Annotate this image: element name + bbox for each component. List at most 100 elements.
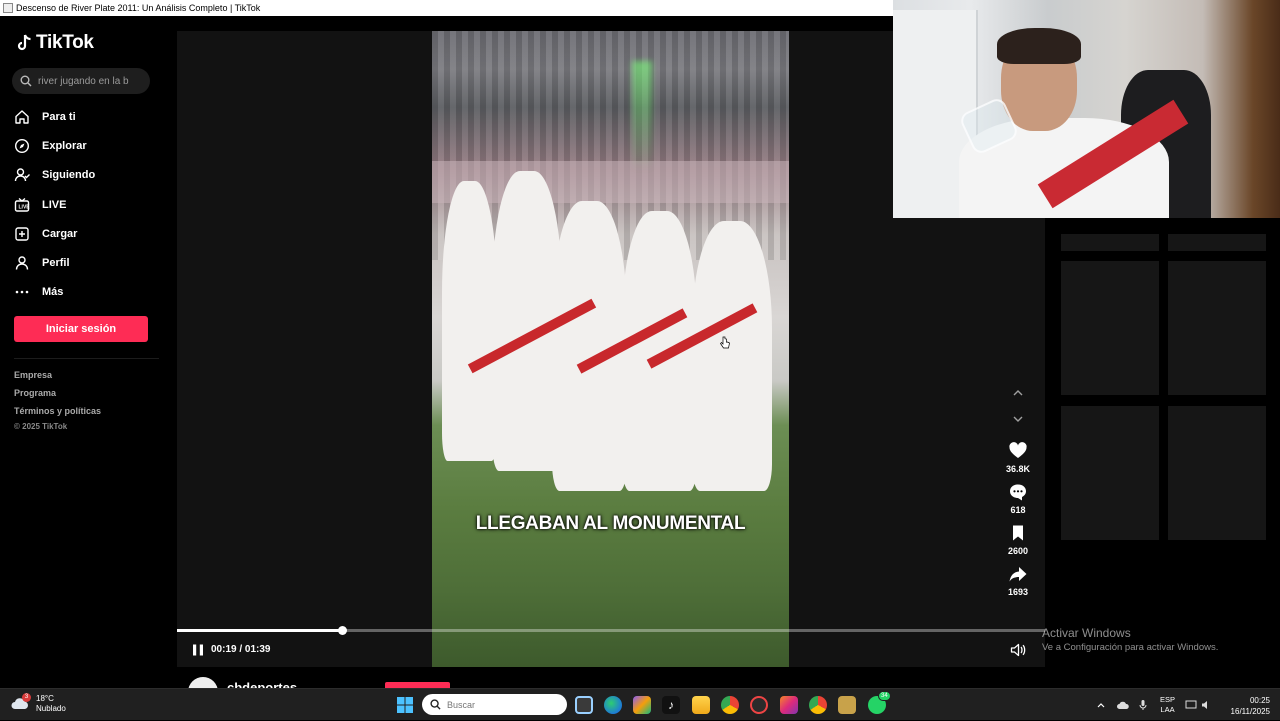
playback-time: 00:19 / 01:39 [211,644,271,655]
save-button[interactable]: 2600 [1008,523,1028,556]
login-button[interactable]: Iniciar sesión [14,316,148,342]
following-icon [14,168,30,182]
save-count: 2600 [1007,546,1029,556]
video-footballer [442,181,497,461]
search-box[interactable] [12,68,150,94]
watermark-line-1: Activar Windows [1042,626,1131,640]
video-caption: LLEGABAN AL MONUMENTAL [475,513,746,534]
sidebar: TikTok Para ti Explorar Siguiendo [0,16,162,688]
like-button[interactable]: 36.8K [1006,441,1030,474]
sidebar-divider [14,358,159,359]
video-info-bar: cbdeportes [177,667,1045,707]
taskbar-search[interactable] [422,694,567,715]
obs-icon[interactable] [750,696,768,714]
share-button[interactable]: 1693 [1008,564,1028,597]
webcam-overlay [893,0,1280,218]
progress-bar[interactable] [177,626,1045,635]
chevron-down-icon[interactable] [1010,411,1026,427]
microphone-icon[interactable] [1138,699,1148,711]
network-icon[interactable] [1185,700,1197,710]
whatsapp-icon[interactable]: 34 [868,691,891,714]
share-count: 1693 [1007,587,1029,597]
hand-cursor-icon [720,336,730,349]
sidebar-item-label: Para ti [42,110,76,123]
onedrive-cloud-icon[interactable] [1116,700,1130,710]
tiktok-app-icon[interactable]: ♪ [662,696,680,714]
home-icon [15,109,29,124]
copilot-icon[interactable] [633,696,651,714]
windows-taskbar: 3 18°C Nublado ♪ 34 ESP LAA 00:25 [0,688,1280,720]
video-light-glare [632,61,652,171]
video-footballer [692,221,772,491]
tiktok-favicon-icon [3,3,13,13]
sidebar-item-perfil[interactable]: Perfil [14,248,95,277]
footer-link-programa[interactable]: Programa [14,388,101,406]
task-view-icon[interactable] [575,696,593,714]
tiktok-logo[interactable]: TikTok [16,32,94,54]
copyright: © 2025 TikTok [14,422,68,431]
profile-icon [15,256,29,270]
chevron-up-icon[interactable] [1096,700,1106,710]
compass-icon [14,138,30,153]
window-titlebar: Descenso de River Plate 2011: Un Análisi… [0,0,893,16]
weather-temp: 18°C [36,694,54,703]
chevron-up-icon[interactable] [1010,385,1026,401]
system-tray: ESP LAA [1096,689,1213,721]
heart-icon [1009,442,1027,458]
related-video-thumb[interactable] [1168,234,1266,251]
comment-button[interactable]: 618 [1008,482,1028,515]
logo-text: TikTok [36,32,94,53]
sidebar-item-label: Más [42,286,64,299]
related-video-thumb[interactable] [1061,234,1159,251]
comment-count: 618 [1010,505,1026,515]
related-video-thumb[interactable] [1061,261,1159,395]
windows-activation-watermark: Activar Windows Ve a Configuración para … [1042,626,1218,653]
speaker-icon[interactable] [1201,700,1213,710]
sidebar-item-explorar[interactable]: Explorar [14,131,95,160]
svg-text:LIVE: LIVE [19,204,31,210]
chrome-icon[interactable] [721,696,739,714]
sidebar-item-label: Siguiendo [42,169,96,182]
sidebar-item-live[interactable]: LIVE LIVE [14,190,95,219]
sidebar-item-label: Perfil [42,257,70,270]
weather-widget[interactable]: 3 18°C Nublado [10,693,66,714]
sidebar-item-label: Cargar [42,227,78,240]
windows-start-icon[interactable] [396,696,414,714]
related-video-thumb[interactable] [1168,261,1266,395]
window-title: Descenso de River Plate 2011: Un Análisi… [16,3,261,13]
whatsapp-badge: 34 [878,691,891,701]
volume-icon[interactable] [1009,641,1027,659]
related-video-thumb[interactable] [1061,406,1159,540]
search-icon [20,75,32,87]
chrome-profile-icon[interactable] [809,696,827,714]
search-input[interactable] [38,75,138,87]
file-explorer-icon[interactable] [692,696,710,714]
sidebar-item-para-ti[interactable]: Para ti [14,102,95,131]
video-actions: 36.8K 618 2600 1693 [993,385,1043,605]
related-video-thumb[interactable] [1168,406,1266,540]
progress-scrubber[interactable] [337,626,347,635]
language-code: ESP [1160,695,1176,704]
game-app-icon[interactable] [838,696,856,714]
taskbar-clock[interactable]: 00:25 16/11/2025 [1222,695,1270,717]
weather-badge: 3 [22,693,31,702]
video-frame[interactable]: LLEGABAN AL MONUMENTAL [432,31,789,667]
clock-date: 16/11/2025 [1230,707,1270,716]
sidebar-item-mas[interactable]: Más [14,278,95,307]
instagram-icon[interactable] [780,696,798,714]
sidebar-item-cargar[interactable]: Cargar [14,219,95,248]
clock-time: 00:25 [1249,696,1270,705]
footer-link-empresa[interactable]: Empresa [14,370,101,388]
sidebar-item-siguiendo[interactable]: Siguiendo [14,161,95,190]
video-footballer [622,211,697,491]
language-indicator[interactable]: ESP LAA [1160,695,1175,715]
taskbar-search-input[interactable] [447,699,557,710]
pause-icon[interactable] [191,643,205,657]
search-icon [430,699,441,710]
progress-fill [177,629,342,632]
edge-icon[interactable] [604,696,622,714]
tiktok-note-icon [17,34,31,51]
sidebar-nav: Para ti Explorar Siguiendo LIVE LIVE Car… [14,102,95,307]
upload-icon [15,227,29,241]
footer-links: Empresa Programa Términos y políticas [14,370,101,424]
